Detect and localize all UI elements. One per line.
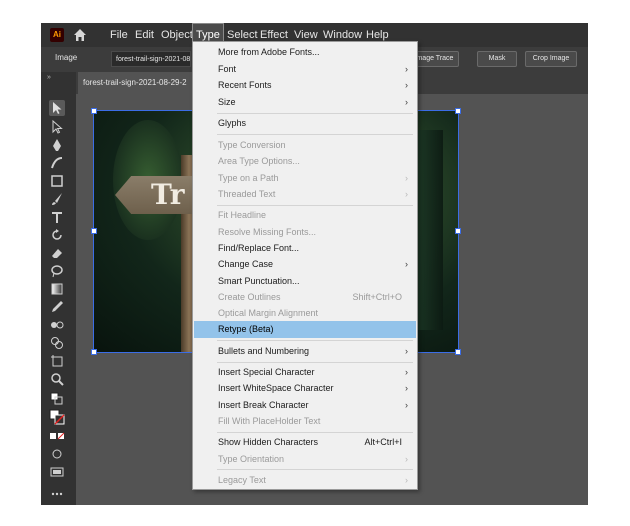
curvature-tool-icon[interactable] (49, 155, 65, 171)
menu-item-optical-margin-alignment: Optical Margin Alignment (218, 308, 319, 318)
collapse-panel-icon[interactable]: » (47, 74, 51, 81)
resize-handle[interactable] (455, 108, 461, 114)
menu-item-insert-break-character[interactable]: Insert Break Character › (194, 397, 416, 414)
image-label: Image (55, 53, 78, 62)
menu-edit[interactable]: Edit (132, 23, 157, 47)
shortcut-label: Shift+Ctrl+O (352, 292, 402, 302)
menu-item-resolve-missing-fonts: Resolve Missing Fonts... (218, 227, 317, 237)
menu-item-more-from-adobe-fonts[interactable]: More from Adobe Fonts... (194, 44, 416, 61)
menu-item-change-case[interactable]: Change Case › (194, 256, 416, 273)
submenu-arrow-icon: › (405, 80, 408, 90)
submenu-arrow-icon: › (405, 97, 408, 107)
swap-fill-stroke-icon[interactable] (49, 391, 65, 407)
selection-tool-icon[interactable] (49, 100, 65, 116)
menu-item-legacy-text: Legacy Text › (194, 472, 416, 489)
submenu-arrow-icon: › (405, 259, 408, 269)
menu-item-size[interactable]: Size › (194, 94, 416, 111)
eyedropper-tool-icon[interactable] (49, 299, 65, 315)
menu-file[interactable]: File (107, 23, 131, 47)
menu-item-smart-punctuation[interactable]: Smart Punctuation... (194, 273, 416, 290)
home-icon[interactable] (72, 27, 88, 43)
tools-panel: » (41, 72, 76, 505)
menu-item-find-replace-font[interactable]: Find/Replace Font... (194, 240, 416, 257)
fill-stroke-icon[interactable] (49, 409, 65, 425)
type-tool-icon[interactable] (49, 209, 65, 225)
menu-item-area-type-options: Area Type Options... (218, 156, 300, 166)
lasso-tool-icon[interactable] (49, 263, 65, 279)
menu-separator (217, 432, 413, 433)
submenu-arrow-icon: › (405, 454, 408, 464)
menu-item-type-on-a-path: Type on a Path › (194, 170, 416, 187)
rotate-tool-icon[interactable] (49, 227, 65, 243)
submenu-arrow-icon: › (405, 346, 408, 356)
shape-builder-tool-icon[interactable] (49, 335, 65, 351)
eraser-tool-icon[interactable] (49, 245, 65, 261)
menu-item-glyphs[interactable]: Glyphs (194, 115, 416, 132)
menu-item-type-conversion: Type Conversion (218, 140, 286, 150)
resize-handle[interactable] (91, 108, 97, 114)
direct-selection-tool-icon[interactable] (49, 119, 65, 135)
crop-image-button[interactable]: Crop Image (525, 51, 577, 67)
zoom-tool-icon[interactable] (49, 371, 65, 387)
submenu-arrow-icon: › (405, 400, 408, 410)
menu-item-threaded-text: Threaded Text › (194, 186, 416, 203)
menu-item-type-orientation: Type Orientation › (194, 451, 416, 468)
draw-mode-icon[interactable] (49, 446, 65, 462)
menu-item-insert-whitespace-character[interactable]: Insert WhiteSpace Character › (194, 380, 416, 397)
pen-tool-icon[interactable] (49, 137, 65, 153)
menu-item-retype-beta[interactable]: Retype (Beta) (194, 321, 416, 338)
menu-separator (217, 362, 413, 363)
gradient-tool-icon[interactable] (49, 281, 65, 297)
submenu-arrow-icon: › (405, 383, 408, 393)
submenu-arrow-icon: › (405, 367, 408, 377)
app-logo: Ai (50, 28, 64, 42)
menu-object[interactable]: Object (158, 23, 196, 47)
menu-item-recent-fonts[interactable]: Recent Fonts › (194, 77, 416, 94)
menu-separator (217, 340, 413, 341)
more-tools-icon[interactable] (49, 486, 65, 502)
shortcut-label: Alt+Ctrl+I (364, 437, 402, 447)
resize-handle[interactable] (455, 228, 461, 234)
paintbrush-tool-icon[interactable] (49, 191, 65, 207)
menu-item-font[interactable]: Font › (194, 61, 416, 78)
resize-handle[interactable] (91, 349, 97, 355)
artboard-tool-icon[interactable] (49, 353, 65, 369)
submenu-arrow-icon: › (405, 64, 408, 74)
submenu-arrow-icon: › (405, 189, 408, 199)
rectangle-tool-icon[interactable] (49, 173, 65, 189)
submenu-arrow-icon: › (405, 173, 408, 183)
mask-button[interactable]: Mask (477, 51, 517, 67)
resize-handle[interactable] (91, 228, 97, 234)
screen-mode-icon[interactable] (49, 464, 65, 480)
menu-item-show-hidden-characters[interactable]: Show Hidden Characters Alt+Ctrl+I (194, 434, 416, 451)
menu-item-create-outlines: Create Outlines Shift+Ctrl+O (194, 289, 416, 306)
menu-item-insert-special-character[interactable]: Insert Special Character › (194, 364, 416, 381)
blend-tool-icon[interactable] (49, 317, 65, 333)
menu-separator (217, 205, 413, 206)
menu-separator (217, 134, 413, 135)
menu-separator (217, 113, 413, 114)
document-tab[interactable]: forest-trail-sign-2021-08-29-2 (78, 72, 203, 94)
type-menu-dropdown: More from Adobe Fonts... Font › Recent Fo… (192, 41, 418, 490)
menu-item-bullets-and-numbering[interactable]: Bullets and Numbering › (194, 343, 416, 360)
menu-item-fill-with-placeholder-text: Fill With PlaceHolder Text (218, 416, 321, 426)
linked-file-field[interactable]: forest-trail-sign-2021-08 (111, 51, 191, 67)
submenu-arrow-icon: › (405, 475, 408, 485)
color-mode-icons[interactable] (49, 428, 65, 444)
resize-handle[interactable] (455, 349, 461, 355)
menu-item-fit-headline: Fit Headline (218, 210, 267, 220)
menu-separator (217, 469, 413, 470)
